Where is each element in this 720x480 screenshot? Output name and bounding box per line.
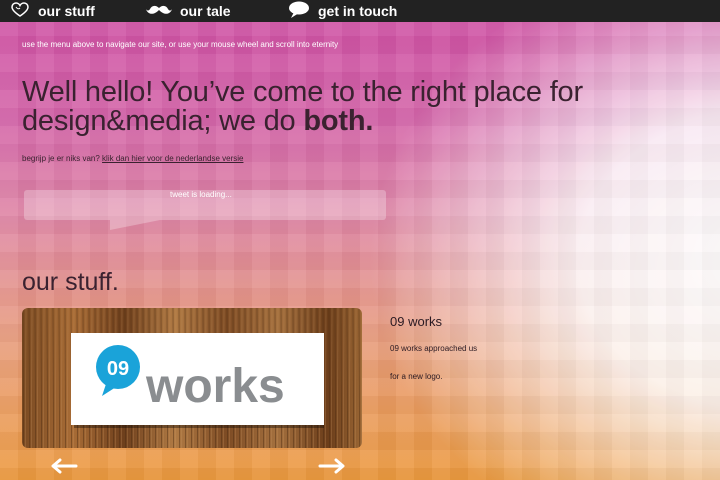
tweet-bubble-tail	[110, 220, 160, 230]
top-nav: our stuff our tale get in touch	[0, 0, 720, 22]
project-description-line1: 09 works approached us	[390, 344, 478, 353]
section-title: our stuff.	[22, 268, 119, 296]
language-note: begrijp je er niks van? klik dan hier vo…	[22, 154, 243, 163]
nav-label-get-in-touch: get in touch	[318, 3, 398, 19]
nav-item-our-tale[interactable]: our tale	[146, 0, 231, 22]
logo-word: works	[145, 360, 285, 413]
tweet-status: tweet is loading...	[170, 190, 232, 199]
language-prefix: begrijp je er niks van?	[22, 154, 103, 163]
dutch-version-link[interactable]: klik dan hier voor de nederlandse versie	[102, 154, 243, 163]
nav-item-get-in-touch[interactable]: get in touch	[288, 0, 397, 22]
headline-bold: both.	[303, 105, 374, 137]
nav-label-our-tale: our tale	[180, 3, 231, 19]
project-description-line2: for a new logo.	[390, 372, 443, 381]
speech-bubble-icon	[288, 1, 310, 22]
page-headline: Well hello! You’ve come to the right pla…	[22, 78, 622, 136]
logo-number: 09	[107, 358, 129, 380]
nav-label-our-stuff: our stuff	[38, 3, 95, 19]
arrow-right-icon	[318, 458, 346, 478]
mustache-icon	[146, 3, 172, 19]
nav-item-our-stuff[interactable]: our stuff	[10, 0, 95, 22]
project-title: 09 works	[390, 314, 443, 329]
next-button[interactable]	[318, 458, 346, 479]
arrow-left-icon	[50, 458, 78, 478]
prev-button[interactable]	[50, 458, 78, 479]
heart-icon	[10, 1, 30, 21]
project-image[interactable]: 09 works	[22, 308, 362, 448]
intro-text: use the menu above to navigate our site,…	[22, 40, 339, 49]
